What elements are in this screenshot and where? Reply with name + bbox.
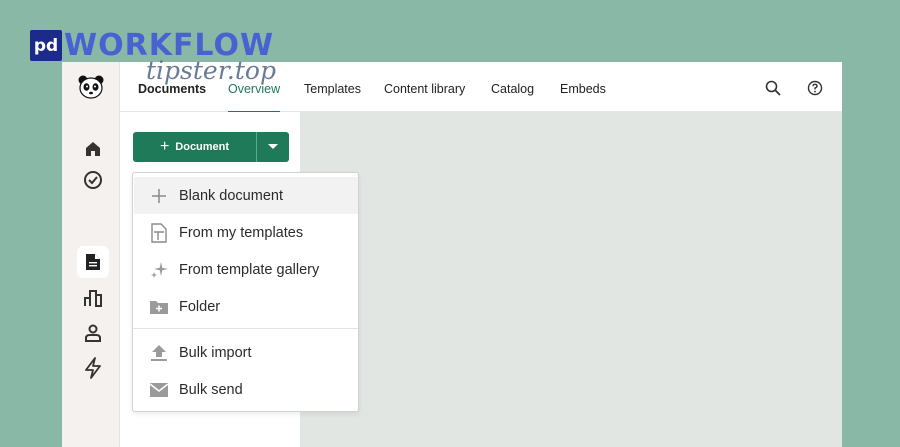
menu-item-from-template-gallery[interactable]: From template gallery — [134, 251, 358, 288]
plus-icon — [148, 185, 170, 207]
tab-templates[interactable]: Templates — [304, 62, 361, 112]
envelope-icon — [148, 379, 170, 401]
tab-catalog[interactable]: Catalog — [491, 62, 534, 112]
menu-item-bulk-import[interactable]: Bulk import — [134, 334, 358, 371]
menu-divider — [133, 328, 358, 329]
home-icon[interactable] — [77, 133, 109, 165]
user-icon[interactable] — [77, 317, 109, 349]
plus-icon: + — [159, 138, 170, 155]
new-document-label: Document — [175, 141, 230, 153]
new-document-button[interactable]: + Document — [133, 132, 257, 162]
new-document-dropdown-toggle[interactable] — [257, 132, 289, 162]
caret-down-icon — [268, 144, 278, 149]
tab-content-library[interactable]: Content library — [384, 62, 465, 112]
menu-item-bulk-send[interactable]: Bulk send — [134, 371, 358, 408]
check-circle-icon[interactable] — [77, 164, 109, 196]
watermark-logo: pd — [30, 30, 62, 61]
menu-item-blank-document[interactable]: Blank document — [134, 177, 358, 214]
search-icon[interactable] — [765, 80, 781, 96]
new-document-menu: Blank document From my templates From te… — [132, 172, 359, 412]
bar-chart-icon[interactable] — [77, 282, 109, 314]
panda-logo-icon[interactable] — [76, 72, 106, 102]
help-icon[interactable] — [807, 80, 823, 96]
folder-plus-icon — [148, 296, 170, 318]
new-document-split-button: + Document — [133, 132, 289, 162]
menu-item-label: From my templates — [179, 224, 304, 241]
menu-item-label: From template gallery — [179, 261, 320, 278]
menu-item-folder[interactable]: Folder — [134, 288, 358, 325]
menu-item-label: Folder — [179, 298, 221, 315]
content-area — [300, 112, 842, 447]
sparkle-icon — [148, 259, 170, 281]
menu-item-label: Bulk send — [179, 381, 243, 398]
menu-item-label: Blank document — [179, 187, 283, 204]
document-icon[interactable] — [77, 246, 109, 278]
icon-rail — [62, 62, 120, 447]
upload-icon — [148, 342, 170, 364]
menu-item-label: Bulk import — [179, 344, 252, 361]
template-icon — [148, 222, 170, 244]
app-window: Documents Overview Templates Content lib… — [62, 62, 842, 447]
watermark-subtext: tipster.top — [146, 56, 276, 85]
tab-embeds[interactable]: Embeds — [560, 62, 606, 112]
menu-item-from-my-templates[interactable]: From my templates — [134, 214, 358, 251]
lightning-icon[interactable] — [77, 352, 109, 384]
